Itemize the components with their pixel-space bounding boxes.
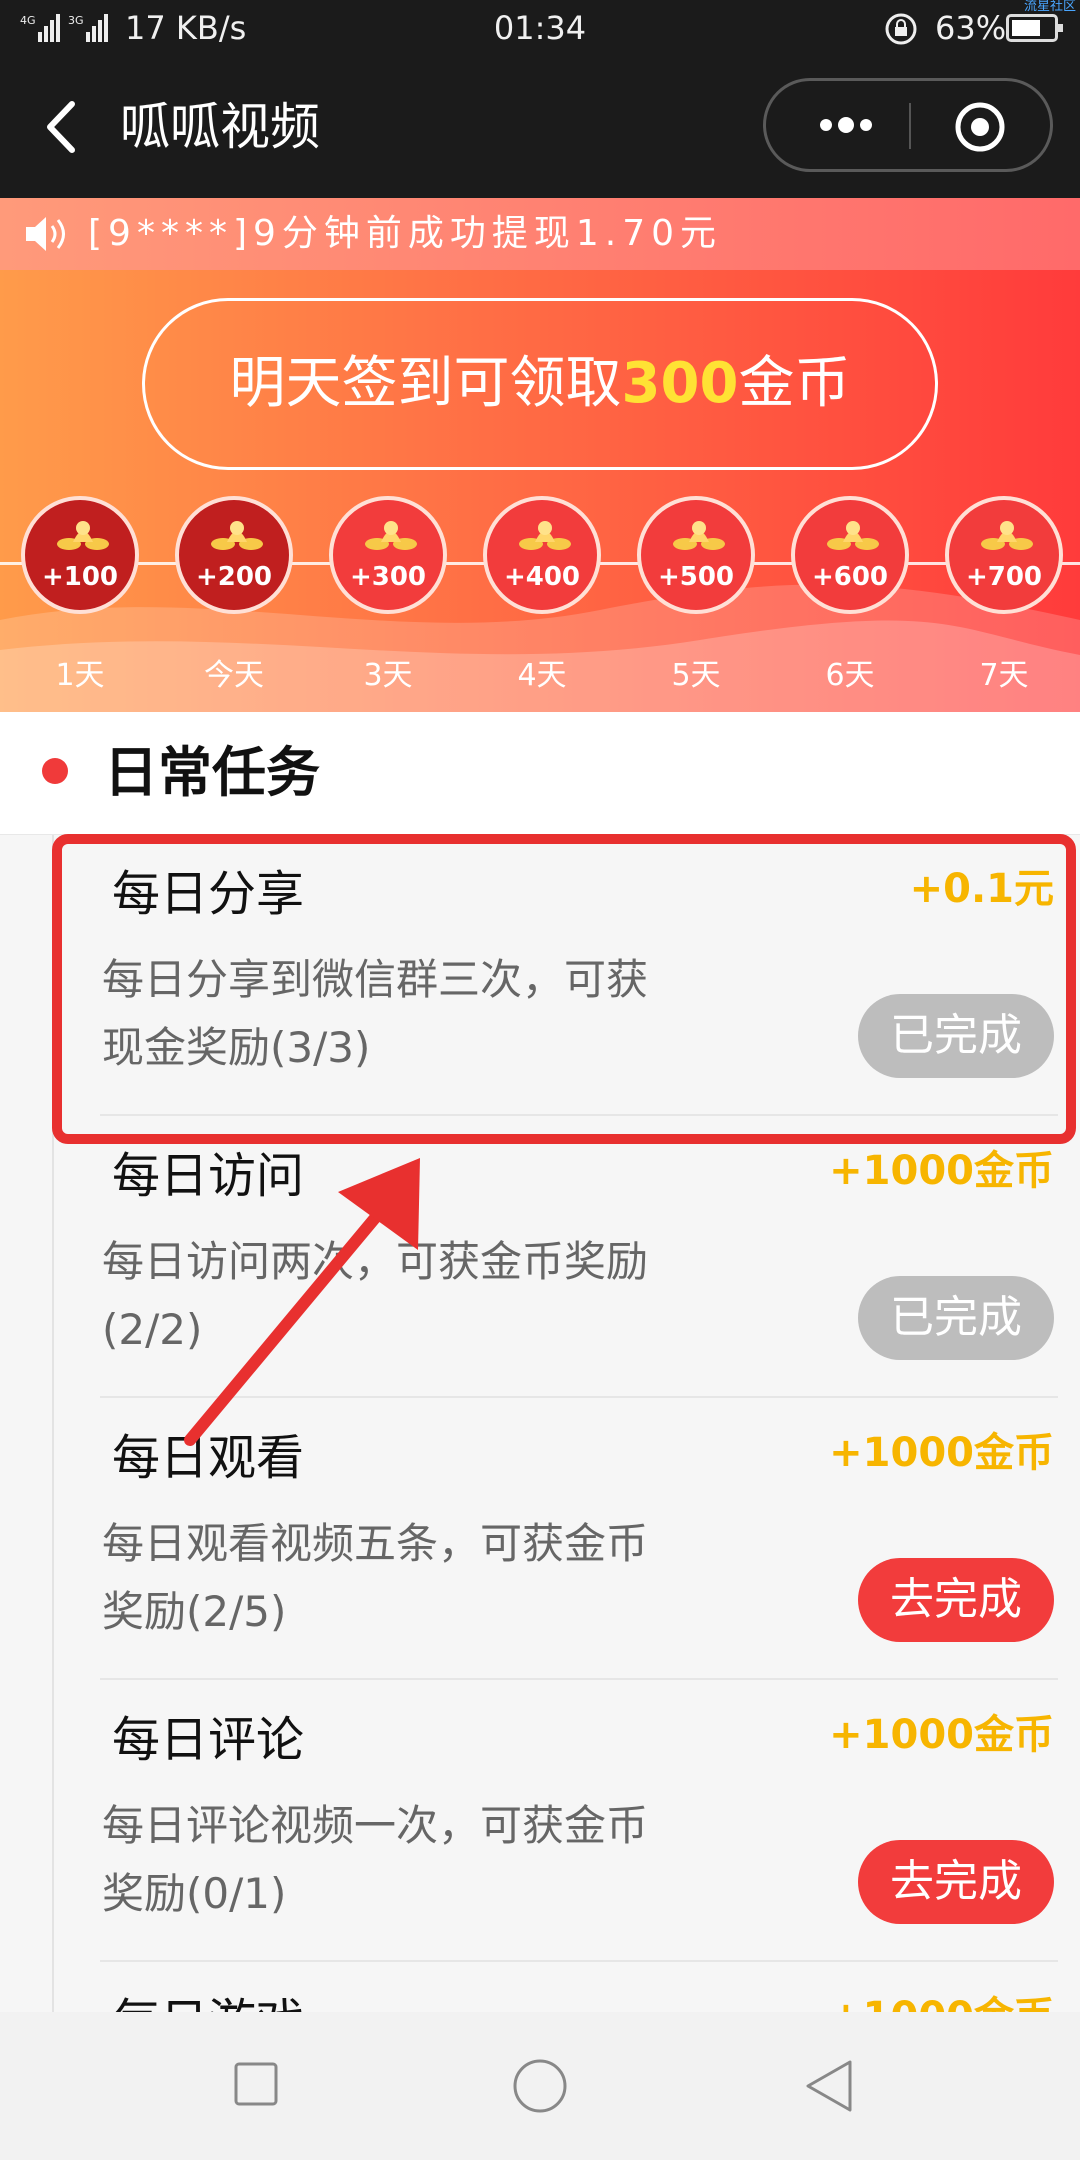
coin-bag-icon <box>211 521 263 550</box>
signin-day-5: +500 <box>637 496 755 614</box>
signin-day-amount: +600 <box>811 562 889 592</box>
signin-day-amount: +700 <box>965 562 1043 592</box>
signin-day-label: 今天 <box>204 658 264 693</box>
page-title: 呱呱视频 <box>120 98 320 156</box>
close-miniprogram-icon[interactable] <box>952 99 1008 155</box>
rotation-lock-icon <box>885 13 917 45</box>
signin-day-6: +600 <box>791 496 909 614</box>
task-description: 每日评论视频一次，可获金币奖励(0/1) <box>102 1801 649 1918</box>
signin-day-amount: +100 <box>41 562 119 592</box>
task-action-button[interactable]: 已完成 <box>858 1276 1054 1360</box>
signin-banner-suffix: 金币 <box>738 351 851 416</box>
signin-banner-prefix: 明天签到可领取 <box>229 351 622 416</box>
signin-day-label: 5天 <box>671 658 721 693</box>
highlight-box <box>52 834 1076 1144</box>
section-dot-icon <box>42 758 68 784</box>
signin-day-label: 4天 <box>517 658 567 693</box>
nav-bar: 呱呱视频 <box>0 56 1080 198</box>
task-reward: +1000金币 <box>829 1712 1054 1758</box>
signin-banner-amount: 300 <box>621 351 739 416</box>
signin-day-label: 7天 <box>979 658 1029 693</box>
task-name: 每日游戏 <box>112 1982 304 2012</box>
task-reward: +1000金币 <box>829 1148 1054 1194</box>
watermark: 流星社区 <box>1023 0 1076 14</box>
system-nav-bar <box>0 2012 1080 2160</box>
back-arrow-icon[interactable] <box>30 92 100 162</box>
signin-banner: 明天签到可领取300金币 <box>142 298 938 470</box>
task-reward: +1000金币 <box>829 1430 1054 1476</box>
signin-day-label: 6天 <box>825 658 875 693</box>
section-title: 日常任务 <box>104 741 320 804</box>
miniprogram-capsule <box>763 78 1053 172</box>
section-header: 日常任务 <box>0 712 1080 835</box>
task-reward: +1000金币 <box>829 1984 1054 2012</box>
capsule-divider <box>909 103 911 149</box>
task-name: 每日评论 <box>112 1712 305 1768</box>
coin-bag-icon <box>827 521 879 550</box>
notice-text: [9****]9分钟前成功提现1.70元 <box>88 213 723 254</box>
coin-bag-icon <box>673 521 725 550</box>
coin-bag-icon <box>981 521 1033 550</box>
signin-day-1: +100 <box>21 496 139 614</box>
coin-bag-icon <box>519 521 571 550</box>
signin-day-4: +400 <box>483 496 601 614</box>
status-bar: 4G 3G 17 KB/s 01:34 63% 流星社区 <box>0 0 1080 56</box>
speaker-icon <box>26 217 65 251</box>
task-item: 每日游戏 +1000金币 <box>100 1962 1058 2012</box>
task-action-button[interactable]: 去完成 <box>858 1840 1054 1924</box>
signin-day-amount: +300 <box>349 562 427 592</box>
home-icon[interactable] <box>510 2056 570 2116</box>
annotation-arrow-icon <box>184 1158 420 1446</box>
battery-percent: 63% <box>935 9 1007 47</box>
signin-day-3: +300 <box>329 496 447 614</box>
signin-day-amount: +500 <box>657 562 735 592</box>
signin-day-label: 1天 <box>55 658 105 693</box>
clock: 01:34 <box>493 9 587 47</box>
signin-day-7: +700 <box>945 496 1063 614</box>
battery-icon <box>1006 14 1063 42</box>
more-dots-icon[interactable] <box>806 105 886 145</box>
task-action-button[interactable]: 去完成 <box>858 1558 1054 1642</box>
coin-bag-icon <box>57 521 109 550</box>
recent-apps-icon[interactable] <box>232 2060 280 2108</box>
task-item: 每日评论 +1000金币 每日评论视频一次，可获金币奖励(0/1) 去完成 <box>100 1680 1058 1962</box>
coin-bag-icon <box>365 521 417 550</box>
signin-day-2: +200 <box>175 496 293 614</box>
signin-panel: 明天签到可领取300金币 +100 1天 +200 今天 +300 3天 +400 4天 +50… <box>0 270 1080 712</box>
signin-day-label: 3天 <box>363 658 413 693</box>
back-nav-icon[interactable] <box>800 2056 856 2116</box>
task-description: 每日观看视频五条，可获金币奖励(2/5) <box>102 1519 649 1636</box>
signin-day-amount: +200 <box>195 562 273 592</box>
withdraw-notice-bar: [9****]9分钟前成功提现1.70元 <box>0 198 1080 270</box>
signin-day-amount: +400 <box>503 562 581 592</box>
